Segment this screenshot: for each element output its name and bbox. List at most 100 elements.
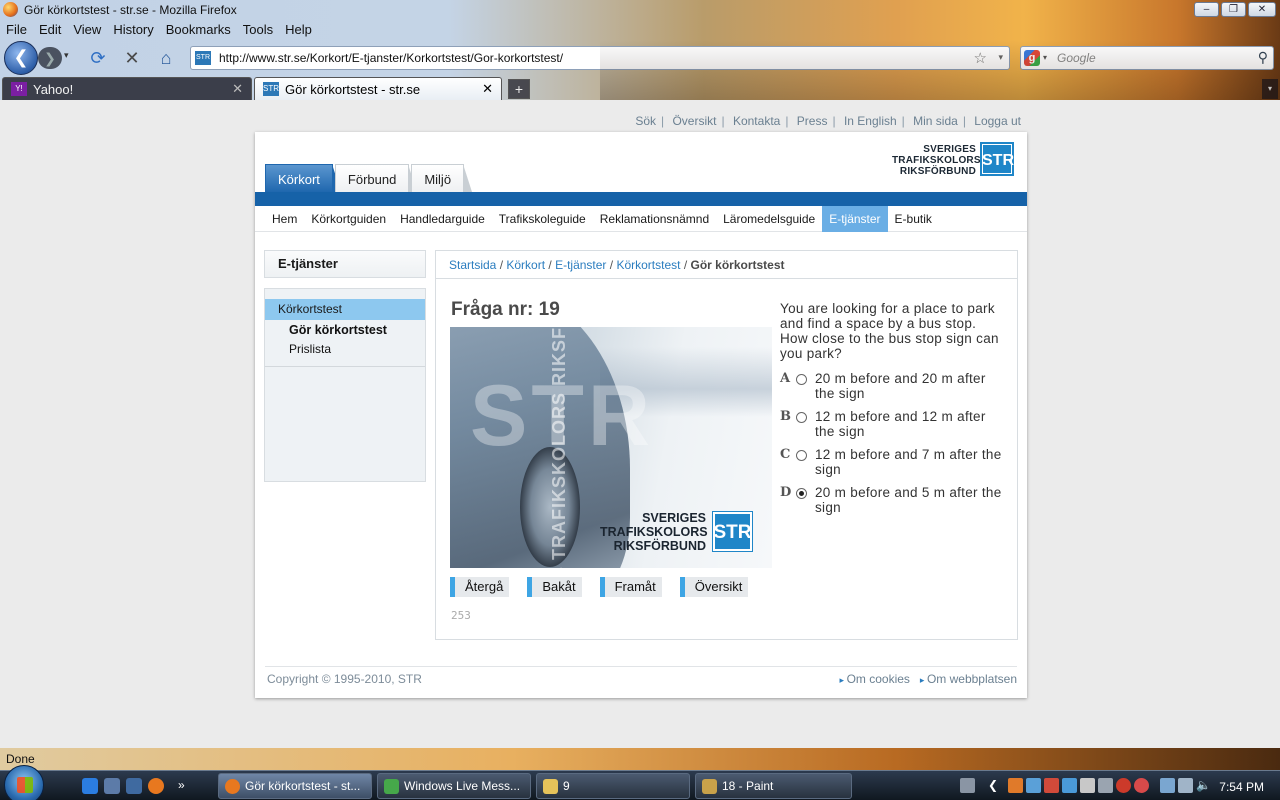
answer-option-c[interactable]: C 12 m before and 7 m after the sign — [780, 447, 1008, 485]
url-text[interactable]: http://www.str.se/Korkort/E-tjanster/Kor… — [219, 51, 563, 65]
option-radio[interactable] — [796, 450, 807, 461]
copyright-text: Copyright © 1995-2010, STR — [267, 672, 422, 686]
maximize-button[interactable]: ❐ — [1221, 2, 1246, 17]
start-button[interactable] — [4, 765, 44, 800]
menu-help[interactable]: Help — [279, 20, 318, 40]
taskbar-firefox[interactable]: Gör körkortstest - st... — [218, 773, 372, 799]
subnav-reklamationsnamnd[interactable]: Reklamationsnämnd — [593, 206, 716, 232]
utility-link-oversikt[interactable]: Översikt — [672, 114, 716, 128]
str-logo[interactable]: SVERIGES TRAFIKSKOLORS RIKSFÖRBUND STR — [892, 142, 1014, 178]
breadcrumb-link-korkort[interactable]: Körkort — [506, 258, 545, 272]
option-text[interactable]: 20 m before and 20 m after the sign — [815, 371, 1005, 401]
tray-app-icon[interactable] — [1044, 778, 1059, 793]
firefox-quicklaunch-icon[interactable] — [148, 778, 164, 794]
search-input[interactable]: Google — [1057, 51, 1096, 65]
close-tab-icon[interactable]: ✕ — [232, 81, 243, 97]
new-tab-button[interactable]: + — [508, 79, 530, 99]
option-radio[interactable] — [796, 412, 807, 423]
search-bar[interactable]: g ▾ Google ⚲ — [1020, 46, 1274, 70]
forward-button[interactable]: ❯ — [38, 47, 62, 69]
sidebar-item-gor-korkortstest[interactable]: Gör körkortstest — [265, 321, 425, 340]
breadcrumb-link-startsida[interactable]: Startsida — [449, 258, 496, 272]
option-radio[interactable] — [796, 374, 807, 385]
subnav-korkortguiden[interactable]: Körkortguiden — [304, 206, 393, 232]
utility-link-kontakta[interactable]: Kontakta — [733, 114, 780, 128]
menu-bookmarks[interactable]: Bookmarks — [160, 20, 237, 40]
tab-gor-korkortstest[interactable]: STR Gör körkortstest - str.se ✕ — [254, 77, 502, 100]
tray-app-icon[interactable] — [1178, 778, 1193, 793]
url-dropdown-icon[interactable]: ▾ — [998, 52, 1003, 63]
bookmark-star-icon[interactable]: ☆ — [974, 49, 987, 67]
breadcrumb-link-e-tjanster[interactable]: E-tjänster — [555, 258, 606, 272]
keyboard-icon[interactable] — [960, 778, 975, 793]
menu-tools[interactable]: Tools — [237, 20, 279, 40]
footer-link-om-cookies[interactable]: Om cookies — [840, 672, 910, 686]
search-icon[interactable]: ⚲ — [1258, 49, 1268, 66]
oversikt-button[interactable]: Översikt — [679, 577, 749, 597]
sidebar-item-korkortstest[interactable]: Körkortstest — [265, 299, 425, 320]
bakat-button[interactable]: Bakåt — [527, 577, 582, 597]
list-all-tabs-icon[interactable]: ▾ — [1262, 79, 1278, 99]
google-engine-icon[interactable]: g — [1024, 50, 1040, 66]
framat-button[interactable]: Framåt — [599, 577, 662, 597]
minimize-button[interactable]: – — [1194, 2, 1219, 17]
option-text[interactable]: 12 m before and 12 m after the sign — [815, 409, 1005, 439]
tray-app-icon[interactable] — [1134, 778, 1149, 793]
tray-app-icon[interactable] — [1116, 778, 1131, 793]
engine-dropdown-icon[interactable]: ▾ — [1043, 53, 1047, 62]
tray-app-icon[interactable] — [1008, 778, 1023, 793]
subnav-e-butik[interactable]: E-butik — [888, 206, 939, 232]
subnav-laromedelsguide[interactable]: Läromedelsguide — [716, 206, 822, 232]
utility-link-sok[interactable]: Sök — [635, 114, 656, 128]
clock[interactable]: 7:54 PM — [1219, 780, 1264, 794]
tab-korkort[interactable]: Körkort — [265, 164, 341, 192]
reload-icon[interactable]: ⟳ — [87, 47, 109, 69]
back-button[interactable]: ❮ — [4, 41, 38, 75]
network-icon[interactable] — [1160, 778, 1175, 793]
internet-explorer-icon[interactable] — [82, 778, 98, 794]
address-bar[interactable]: STR http://www.str.se/Korkort/E-tjanster… — [190, 46, 1010, 70]
tray-expand-icon[interactable]: ❮ — [988, 778, 1003, 793]
tab-forbund[interactable]: Förbund — [334, 164, 418, 192]
taskbar-paint[interactable]: 18 - Paint — [695, 773, 852, 799]
home-icon[interactable]: ⌂ — [155, 47, 177, 69]
tab-yahoo[interactable]: Y! Yahoo! ✕ — [2, 77, 252, 100]
menu-edit[interactable]: Edit — [33, 20, 67, 40]
subnav-hem[interactable]: Hem — [265, 206, 304, 232]
subnav-e-tjanster[interactable]: E-tjänster — [822, 206, 888, 232]
answer-option-a[interactable]: A 20 m before and 20 m after the sign — [780, 371, 1008, 409]
tab-miljo[interactable]: Miljö — [411, 164, 472, 192]
utility-link-logga-ut[interactable]: Logga ut — [974, 114, 1021, 128]
tray-app-icon[interactable] — [1062, 778, 1077, 793]
taskbar-messenger[interactable]: Windows Live Mess... — [377, 773, 531, 799]
menu-file[interactable]: File — [0, 20, 33, 40]
show-desktop-icon[interactable] — [104, 778, 120, 794]
taskbar-folder[interactable]: 9 — [536, 773, 690, 799]
tray-app-icon[interactable] — [1098, 778, 1113, 793]
more-quicklaunch-icon[interactable]: » — [178, 778, 194, 794]
menu-history[interactable]: History — [107, 20, 159, 40]
switch-windows-icon[interactable] — [126, 778, 142, 794]
atergå-button[interactable]: Återgå — [450, 577, 510, 597]
breadcrumb-link-korkortstest[interactable]: Körkortstest — [616, 258, 680, 272]
history-dropdown-icon[interactable]: ▾ — [64, 50, 69, 61]
option-radio[interactable] — [796, 488, 807, 499]
utility-link-press[interactable]: Press — [797, 114, 828, 128]
answer-option-d[interactable]: D 20 m before and 5 m after the sign — [780, 485, 1008, 523]
subnav-trafikskoleguide[interactable]: Trafikskoleguide — [492, 206, 593, 232]
menu-view[interactable]: View — [67, 20, 107, 40]
utility-link-min-sida[interactable]: Min sida — [913, 114, 958, 128]
volume-icon[interactable]: 🔈 — [1196, 778, 1211, 793]
option-text[interactable]: 12 m before and 7 m after the sign — [815, 447, 1005, 477]
footer-link-om-webbplatsen[interactable]: Om webbplatsen — [920, 672, 1017, 686]
tray-app-icon[interactable] — [1080, 778, 1095, 793]
option-text[interactable]: 20 m before and 5 m after the sign — [815, 485, 1005, 515]
sidebar-item-prislista[interactable]: Prislista — [265, 340, 425, 359]
subnav-handledarguide[interactable]: Handledarguide — [393, 206, 492, 232]
utility-link-in-english[interactable]: In English — [844, 114, 897, 128]
close-tab-icon[interactable]: ✕ — [482, 81, 493, 97]
answer-option-b[interactable]: B 12 m before and 12 m after the sign — [780, 409, 1008, 447]
close-window-button[interactable]: ✕ — [1248, 2, 1276, 17]
stop-icon[interactable]: ✕ — [121, 47, 143, 69]
tray-app-icon[interactable] — [1026, 778, 1041, 793]
